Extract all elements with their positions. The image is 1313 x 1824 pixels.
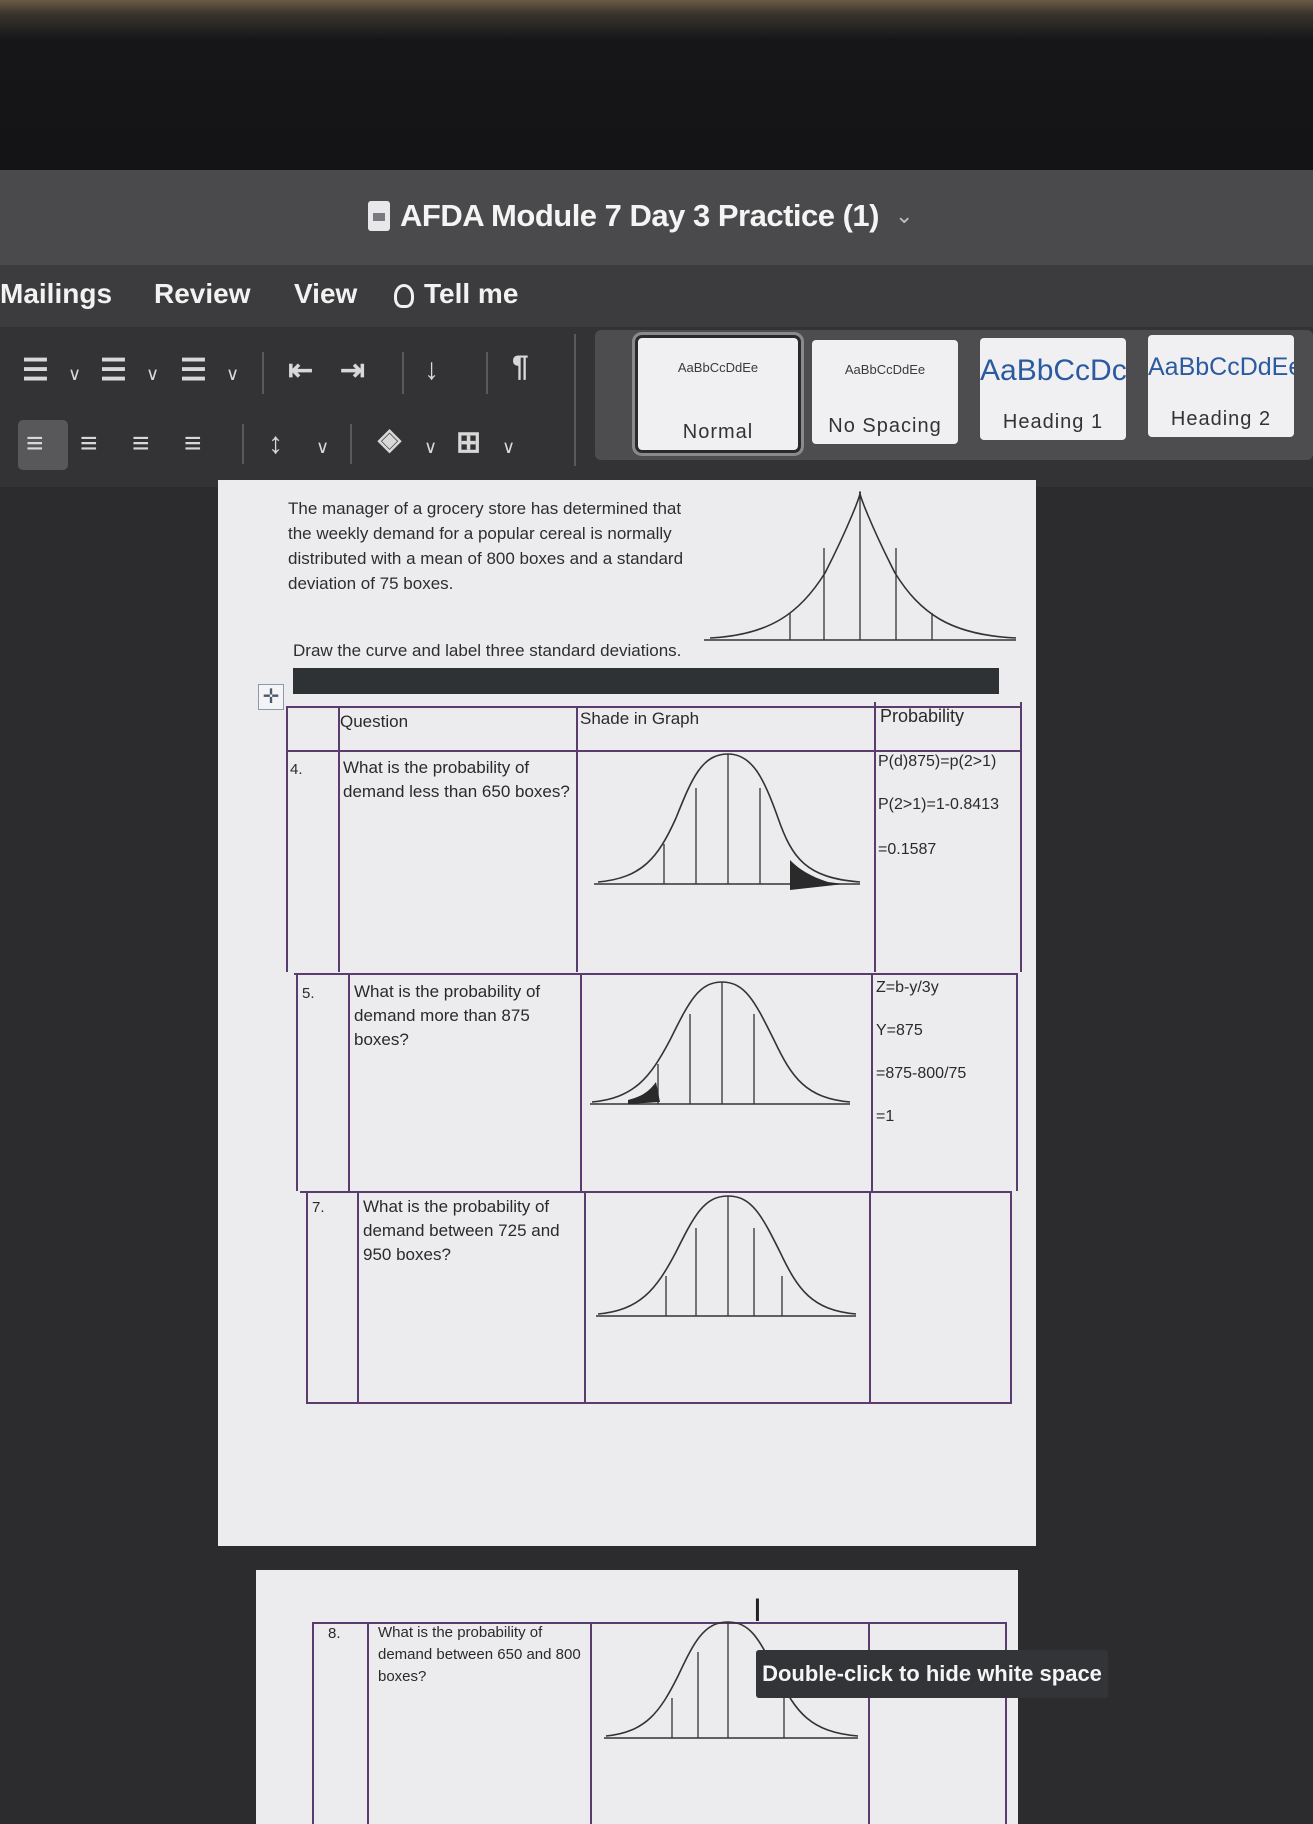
toolbar-separator — [262, 352, 264, 394]
chevron-down-icon[interactable]: ∨ — [68, 364, 81, 385]
question-text: What is the probability of demand more t… — [354, 982, 541, 1049]
probability-answer-line: P(d)875)=p(2>1) — [878, 753, 997, 770]
row-number: 5. — [302, 985, 315, 1002]
chevron-down-icon[interactable]: ∨ — [502, 437, 515, 458]
text-cursor-icon: I — [753, 1592, 762, 1628]
menu-view[interactable]: View — [294, 278, 357, 310]
menu-review[interactable]: Review — [154, 278, 251, 310]
lightbulb-icon — [394, 283, 414, 308]
table-border — [580, 973, 582, 1191]
increase-indent-icon[interactable]: ⇥ — [340, 353, 365, 388]
tell-me-label: Tell me — [424, 278, 519, 309]
toolbar-separator — [486, 352, 488, 394]
screen-bezel — [0, 0, 1313, 180]
question-text: What is the probability of demand less t… — [343, 758, 570, 801]
ribbon-group-separator — [574, 334, 576, 466]
header-question: Question — [340, 712, 409, 731]
table-border — [874, 702, 876, 972]
borders-icon[interactable]: ⊞ — [456, 425, 481, 460]
chevron-down-icon[interactable]: ∨ — [316, 437, 329, 458]
table-border — [871, 973, 873, 1191]
style-sample: AaBbCcDdEe — [1148, 353, 1294, 381]
row-number: 7. — [312, 1199, 325, 1216]
style-name: Normal — [682, 421, 754, 443]
probability-answer-line: =875-800/75 — [876, 1065, 967, 1082]
word-document-icon — [368, 201, 390, 231]
probability-answer-line: P(2>1)=1-0.8413 — [878, 796, 999, 813]
table-border — [306, 1402, 1012, 1404]
probability-answer-line: Z=b-y/3y — [876, 979, 939, 996]
table-border — [348, 973, 350, 1191]
decrease-indent-icon[interactable]: ⇤ — [288, 353, 313, 388]
table-border — [1020, 702, 1022, 972]
style-no-spacing[interactable]: AaBbCcDdEe No Spacing — [812, 340, 958, 444]
shading-icon[interactable]: ◈ — [378, 422, 401, 457]
table-border — [357, 1191, 359, 1403]
justify-icon[interactable]: ≡ — [184, 427, 202, 461]
toolbar-separator — [242, 424, 244, 464]
row-number: 4. — [290, 761, 303, 778]
table-border — [1010, 1191, 1012, 1403]
style-heading-1[interactable]: AaBbCcDc Heading 1 — [980, 338, 1126, 440]
bullets-icon[interactable]: ☰ — [22, 353, 49, 388]
table-border — [312, 1622, 314, 1824]
bell-curve-shade-row4 — [594, 753, 861, 890]
toolbar-separator — [402, 352, 404, 394]
question-text: What is the probability of demand betwee… — [363, 1197, 560, 1264]
table-border — [869, 1191, 871, 1403]
table-border — [1016, 973, 1018, 1191]
document-title[interactable]: AFDA Module 7 Day 3 Practice (1) — [400, 198, 880, 234]
chevron-down-icon[interactable]: ∨ — [424, 437, 437, 458]
chevron-down-icon[interactable]: ∨ — [146, 364, 159, 385]
table-move-handle-icon[interactable]: ✛ — [258, 684, 284, 710]
toolbar-separator — [350, 424, 352, 464]
style-sample: AaBbCcDc — [980, 354, 1126, 387]
table-border — [590, 1622, 592, 1824]
header-shade-in-graph: Shade in Graph — [580, 709, 700, 728]
sort-icon[interactable]: ↓ — [424, 353, 439, 387]
menu-tell-me[interactable]: Tell me — [394, 278, 518, 310]
document-title-group[interactable]: AFDA Module 7 Day 3 Practice (1) ⌄ — [368, 198, 913, 234]
header-probability: Probability — [880, 706, 965, 726]
instruction-text: Draw the curve and label three standard … — [293, 641, 682, 660]
align-center-icon[interactable]: ≡ — [80, 427, 98, 461]
menu-mailings[interactable]: Mailings — [0, 278, 112, 310]
style-sample: AaBbCcDdEe — [677, 360, 759, 375]
table-header-band — [293, 668, 999, 694]
hide-white-space-tooltip: Double-click to hide white space — [756, 1650, 1108, 1698]
align-right-icon[interactable]: ≡ — [132, 427, 150, 461]
multilevel-list-icon[interactable]: ☰ — [180, 353, 207, 388]
row-number: 8. — [328, 1625, 341, 1642]
probability-answer-line: Y=875 — [876, 1022, 923, 1039]
table-border — [576, 706, 578, 972]
table-border — [584, 1191, 586, 1403]
numbering-icon[interactable]: ☰ — [100, 353, 127, 388]
chevron-down-icon[interactable]: ⌄ — [895, 203, 913, 229]
probability-answer-line: =1 — [876, 1108, 895, 1125]
table-border — [338, 706, 340, 972]
bell-curve-main — [704, 491, 1017, 641]
intro-paragraph: The manager of a grocery store has deter… — [288, 499, 684, 593]
question-text: What is the probability of demand betwee… — [378, 1624, 581, 1685]
style-normal[interactable]: AaBbCcDdEe Normal — [635, 335, 801, 453]
pilcrow-icon[interactable]: ¶ — [512, 350, 529, 384]
probability-answer-line: =0.1587 — [878, 841, 937, 858]
bell-curve-shade-row5 — [590, 981, 851, 1105]
style-sample: AaBbCcDdEe — [844, 362, 926, 377]
line-spacing-icon[interactable]: ↕ — [268, 427, 283, 461]
table-border — [296, 973, 298, 1191]
bell-curve-shade-row7 — [596, 1195, 857, 1317]
table-border — [367, 1622, 369, 1824]
table-border — [294, 973, 1018, 975]
style-name: No Spacing — [828, 415, 942, 437]
table-border — [286, 706, 288, 972]
align-left-icon[interactable]: ≡ — [26, 427, 44, 461]
table-border — [306, 1191, 308, 1403]
style-name: Heading 2 — [1170, 408, 1272, 430]
chevron-down-icon[interactable]: ∨ — [226, 364, 239, 385]
style-heading-2[interactable]: AaBbCcDdEe Heading 2 — [1148, 335, 1294, 437]
style-name: Heading 1 — [1002, 411, 1104, 433]
